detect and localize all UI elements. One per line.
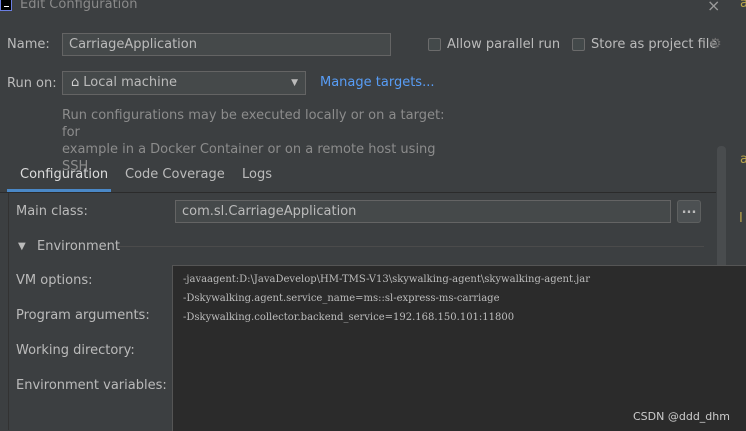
browse-main-class-button[interactable]: ... (677, 200, 701, 223)
close-icon[interactable]: × (707, 0, 720, 15)
store-as-project-file-checkbox[interactable] (572, 38, 585, 51)
working-directory-label: Working directory: (16, 343, 135, 358)
vm-option-line: -Dskywalking.agent.service_name=ms::sl-e… (183, 293, 500, 304)
run-on-selected-value: Local machine (83, 75, 177, 90)
chevron-down-icon: ▼ (291, 78, 298, 88)
watermark: CSDN @ddd_dhm (633, 410, 730, 423)
collapse-triangle-icon[interactable]: ▼ (18, 241, 26, 252)
background-editor-char: a (740, 0, 746, 11)
home-icon: ⌂ (71, 75, 80, 90)
environment-variables-label: Environment variables: (16, 378, 167, 393)
store-as-project-file-label[interactable]: Store as project file (591, 37, 717, 52)
gear-icon[interactable]: ⚙ (709, 36, 722, 52)
section-divider (118, 246, 704, 247)
environment-section-label[interactable]: Environment (37, 239, 120, 254)
background-editor-char: a (740, 152, 746, 167)
window-title: Edit Configuration (20, 0, 138, 12)
run-on-label: Run on: (7, 76, 57, 91)
vm-options-label: VM options: (16, 273, 93, 288)
name-field[interactable]: CarriageApplication (62, 33, 391, 56)
tab-code-coverage[interactable]: Code Coverage (125, 167, 225, 182)
run-on-help-text: Run configurations may be executed local… (62, 107, 462, 175)
allow-parallel-run-label[interactable]: Allow parallel run (447, 37, 560, 52)
manage-targets-link[interactable]: Manage targets... (320, 75, 434, 90)
background-editor-char: I (739, 211, 743, 226)
vm-options-expanded-editor[interactable] (172, 265, 746, 431)
tab-logs[interactable]: Logs (242, 167, 272, 182)
main-class-field[interactable]: com.sl.CarriageApplication (175, 200, 671, 223)
vm-option-line: -Dskywalking.collector.backend_service=1… (183, 312, 515, 323)
allow-parallel-run-checkbox[interactable] (428, 38, 441, 51)
main-class-label: Main class: (16, 204, 88, 219)
program-arguments-label: Program arguments: (16, 308, 150, 323)
name-label: Name: (7, 37, 50, 52)
help-line: Run configurations may be executed local… (62, 108, 445, 140)
run-on-select[interactable]: ⌂ Local machine ▼ (62, 71, 306, 95)
vm-option-line: -javaagent:D:\JavaDevelop\HM-TMS-V13\sky… (183, 274, 591, 285)
intellij-app-icon (0, 0, 12, 11)
tab-configuration[interactable]: Configuration (20, 167, 108, 182)
